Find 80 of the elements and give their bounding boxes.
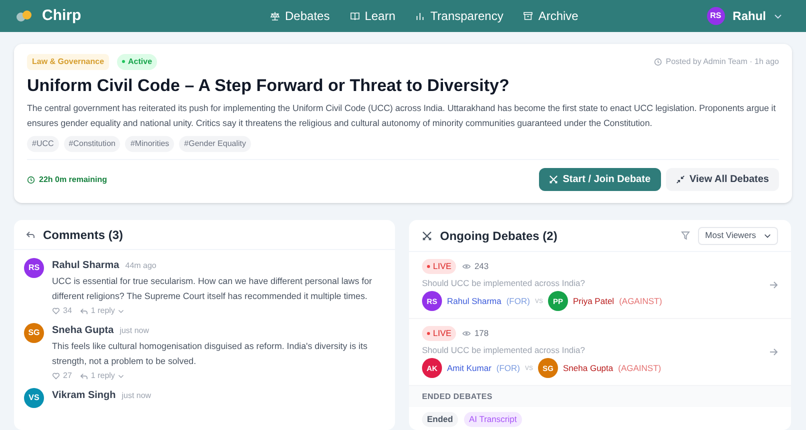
side-label: (AGAINST) — [619, 294, 662, 308]
arrow-right-icon[interactable] — [769, 281, 778, 289]
reply-icon — [26, 230, 35, 238]
comment-text: This feels like cultural homogenisation disguised as reform. India's diversity is its strength, not a problem to be solved. — [52, 340, 368, 368]
participant-name[interactable]: Amit Kumar — [447, 362, 492, 375]
chevron-down-icon — [118, 373, 124, 379]
scale-icon — [270, 11, 280, 21]
user-name[interactable]: Rahul — [732, 7, 766, 25]
hashtag[interactable]: #Gender Equality — [179, 136, 251, 152]
heart-icon — [52, 307, 60, 315]
transcript-badge: AI Transcript — [464, 412, 522, 427]
eye-icon — [462, 330, 472, 337]
comment-time: just now — [122, 390, 152, 402]
chevron-down-icon — [764, 232, 771, 239]
topic-title: Uniform Civil Code – A Step Forward or Threat to Diversity? — [27, 75, 510, 97]
hashtag[interactable]: #UCC — [27, 136, 59, 152]
avatar: SG — [24, 323, 44, 343]
nav-link[interactable]: Transparency — [430, 7, 504, 25]
book-icon — [350, 11, 360, 21]
nav-link[interactable]: Debates — [285, 7, 330, 25]
view-debates-button[interactable]: View All Debates — [666, 168, 779, 191]
replies-toggle[interactable]: 1 reply — [80, 305, 124, 317]
posted-info: Posted by Admin Team · 1h ago — [666, 56, 779, 68]
reply-icon — [80, 372, 88, 380]
eye-icon — [462, 262, 472, 270]
ended-badge: Ended — [422, 412, 458, 427]
comment-text: UCC is essential for true secularism. How can we have different personal laws for different religions? The Supreme Court itself has recommended it multiple times. — [52, 275, 373, 303]
clock-icon — [654, 58, 662, 66]
logo-icon — [16, 10, 34, 22]
comments-heading: Comments (3) — [43, 226, 124, 244]
heart-icon — [52, 372, 60, 380]
like-button[interactable]: 27 — [52, 370, 72, 382]
debate-question[interactable]: Should UCC be implemented across India? — [422, 276, 769, 290]
live-badge: LIVE — [422, 326, 456, 340]
like-button[interactable]: 34 — [52, 305, 72, 317]
minimize-arrows-icon — [676, 175, 685, 184]
participant-name[interactable]: Sneha Gupta — [563, 362, 614, 375]
nav-link[interactable]: Archive — [538, 7, 578, 25]
crossed-swords-icon — [548, 175, 558, 184]
archive-icon — [523, 11, 534, 21]
topic-description: The central government has reiterated its push for implementing the Uniform Civil Code (UCC) across India. Uttarakhand has become the first state to enact UCC legislation. Proponents argue it ensures gender equality and national unity. Critics say it threatens the religious and cultural autonomy of minority communities guaranteed under the Constitution. — [27, 102, 777, 130]
hashtag[interactable]: #Constitution — [64, 136, 120, 152]
viewer-count: 178 — [474, 326, 489, 340]
start-debate-button[interactable]: Start / Join Debate — [538, 168, 661, 191]
debate-question[interactable]: Should UCC be implemented across India? — [422, 344, 769, 356]
avatar: RS — [24, 258, 44, 278]
viewer-count: 243 — [474, 260, 489, 272]
side-label: (FOR) — [506, 294, 530, 308]
side-label: (FOR) — [496, 362, 520, 375]
comment-author[interactable]: Rahul Sharma — [52, 258, 120, 273]
bar-chart-icon — [415, 11, 426, 21]
side-label: (AGAINST) — [618, 362, 662, 375]
section-heading: ENDED DEBATES — [422, 390, 492, 402]
arrow-right-icon[interactable] — [769, 348, 778, 356]
comment-author[interactable]: Sneha Gupta — [52, 323, 114, 338]
hashtag[interactable]: #Minorities — [125, 136, 174, 152]
brand-name[interactable]: Chirp — [42, 4, 82, 28]
comment-time: 44m ago — [125, 260, 156, 272]
reply-icon — [80, 308, 88, 314]
crossed-swords-icon — [422, 230, 432, 240]
user-avatar[interactable]: RS — [706, 7, 725, 25]
time-remaining: 22h 0m remaining — [39, 174, 108, 186]
avatar: VS — [24, 388, 44, 408]
clock-icon — [27, 176, 35, 184]
comment-author[interactable]: Vikram Singh — [52, 388, 116, 403]
filter-icon[interactable] — [681, 231, 690, 240]
category-tag: Law & Governance — [27, 54, 110, 70]
participant-name[interactable]: Rahul Sharma — [447, 294, 502, 308]
sort-dropdown[interactable]: Most Viewers — [698, 226, 778, 244]
participant-name[interactable]: Priya Patel — [572, 294, 614, 308]
versus-label: vs — [534, 295, 543, 308]
status-badge: Active — [117, 54, 158, 70]
comment-time: just now — [120, 325, 150, 337]
replies-toggle[interactable]: 1 reply — [80, 370, 124, 382]
chevron-down-icon[interactable] — [774, 12, 782, 20]
versus-label: vs — [525, 362, 534, 374]
live-badge: LIVE — [422, 258, 456, 274]
nav-link[interactable]: Learn — [364, 7, 396, 25]
chevron-down-icon — [118, 308, 124, 314]
debates-heading: Ongoing Debates (2) — [440, 228, 558, 244]
